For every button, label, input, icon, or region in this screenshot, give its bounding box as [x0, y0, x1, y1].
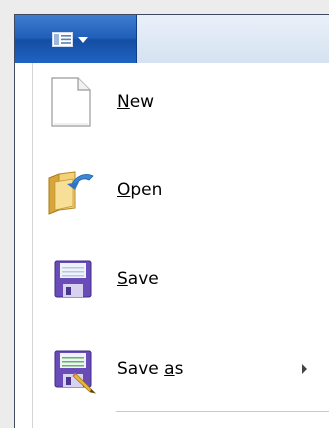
blank-document-icon [51, 77, 91, 127]
application-menu-icon [52, 32, 73, 47]
application-menu: New Open Save Save as [15, 63, 329, 428]
application-window: New Open Save Save as [14, 14, 329, 428]
menu-item-new-label: New [117, 92, 155, 112]
menu-item-new[interactable]: New [15, 66, 329, 138]
save-as-icon [54, 350, 97, 394]
submenu-arrow-icon [302, 364, 307, 374]
chevron-down-icon [78, 37, 88, 43]
menu-item-open-label: Open [117, 180, 163, 200]
menu-item-save-as[interactable]: Save as [15, 333, 329, 405]
menu-item-save-as-label: Save as [117, 359, 184, 379]
menu-separator [116, 411, 329, 412]
floppy-disk-icon [54, 260, 92, 298]
menu-item-open[interactable]: Open [15, 154, 329, 226]
application-menu-button[interactable] [15, 15, 137, 63]
ribbon-bar [15, 15, 329, 64]
open-folder-icon [48, 171, 94, 215]
menu-item-save[interactable]: Save [15, 243, 329, 315]
menu-item-save-label: Save [117, 269, 159, 289]
